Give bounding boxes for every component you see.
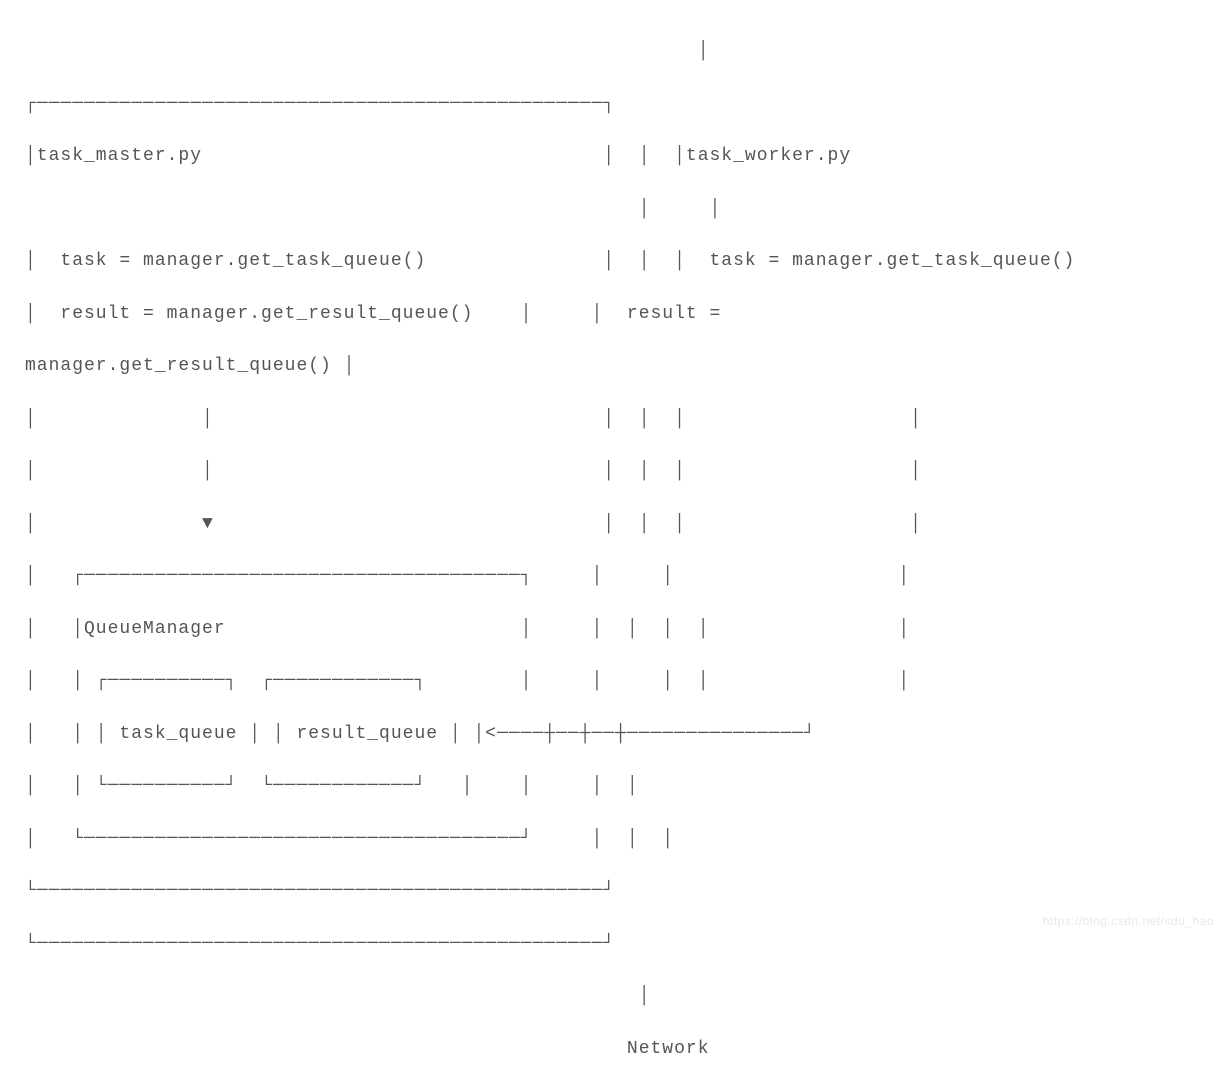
ascii-diagram: │ ┌─────────────────────────────────────…: [25, 25, 1075, 1075]
watermark-text: https://blog.csdn.net/sdu_hao: [1043, 914, 1214, 928]
